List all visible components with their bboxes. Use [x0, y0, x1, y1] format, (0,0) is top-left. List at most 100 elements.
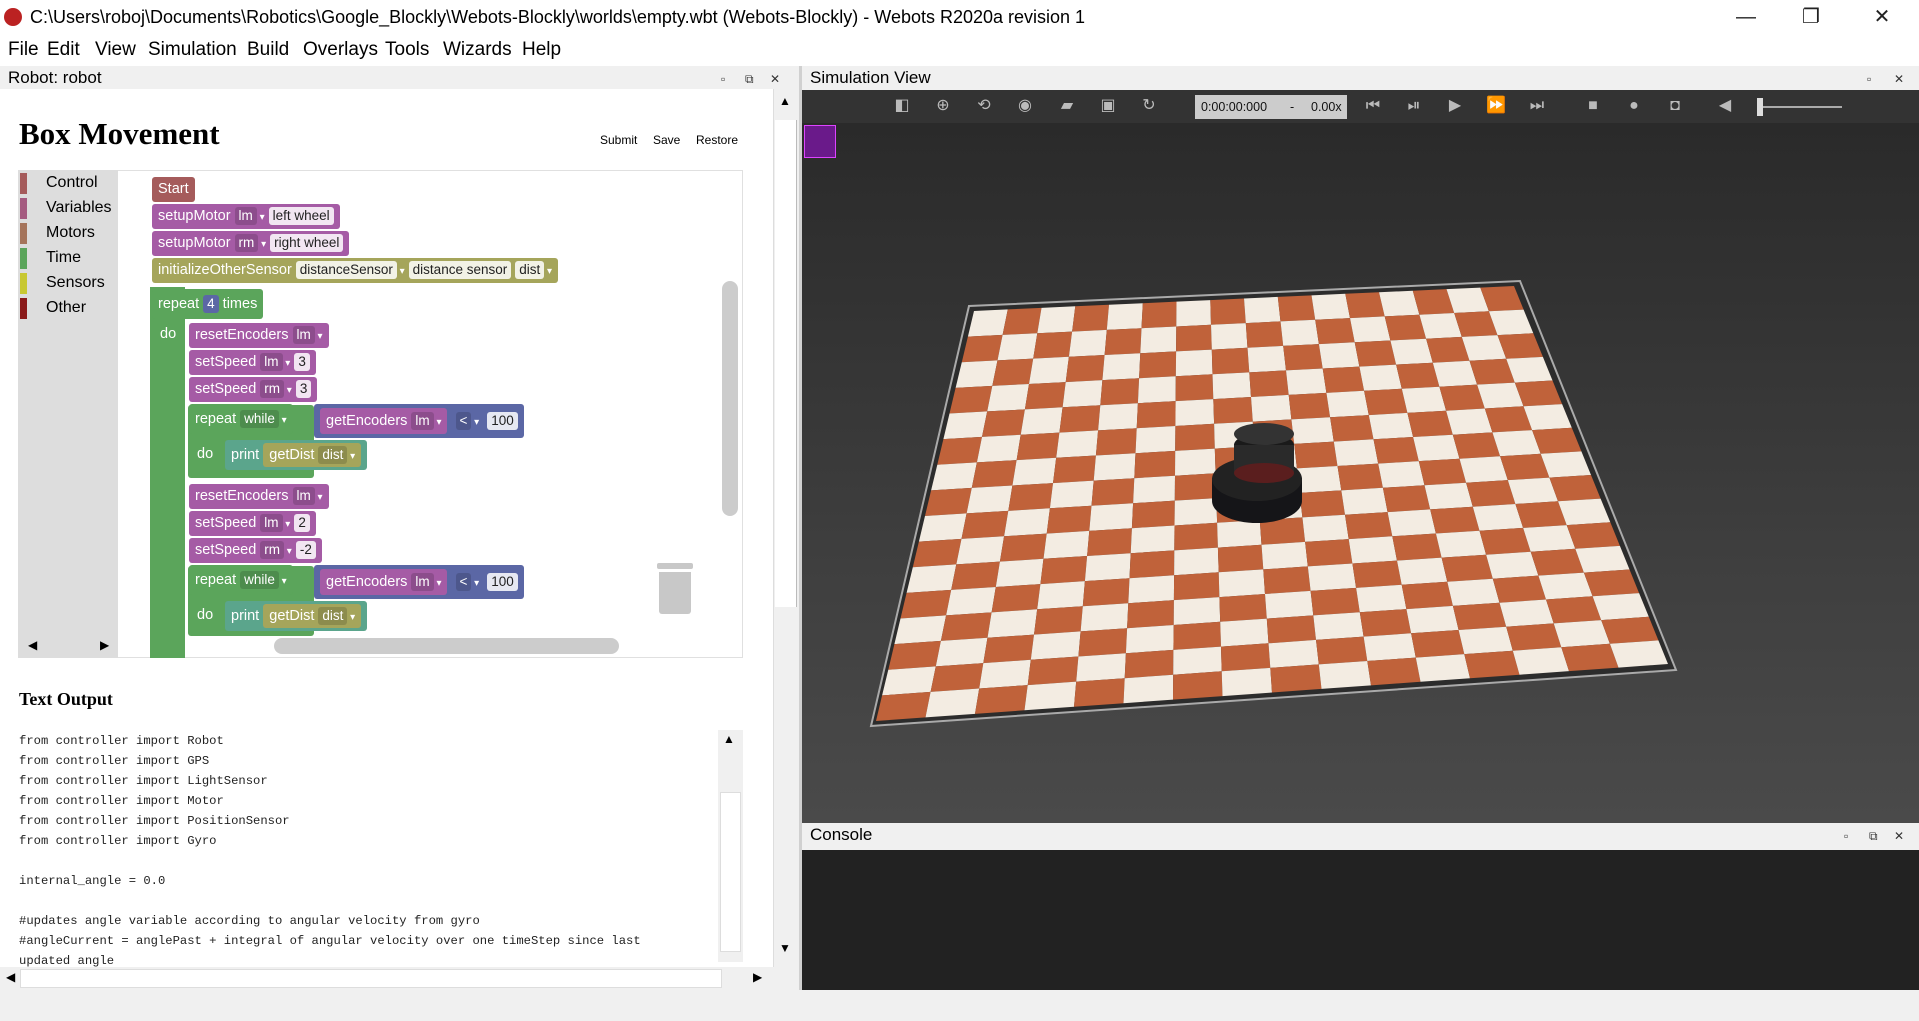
scroll-up-icon[interactable]: ▲: [779, 94, 791, 108]
floor-tile: [1348, 536, 1397, 564]
scroll-down-icon[interactable]: ▼: [779, 941, 791, 955]
sim-maximize-icon[interactable]: ▫: [1867, 68, 1871, 91]
robot-window-vscroll-thumb[interactable]: [775, 120, 797, 607]
submit-button[interactable]: Submit: [600, 133, 637, 147]
initialize-sensor-block[interactable]: initializeOtherSensor distanceSensor ▾ dis…: [152, 258, 559, 283]
menu-help[interactable]: Help: [522, 39, 561, 61]
reset-encoders-block-2[interactable]: resetEncoders lm ▾: [189, 484, 329, 509]
robot-overlay-icon[interactable]: [804, 125, 836, 158]
floor-tile: [1174, 473, 1217, 501]
start-block[interactable]: Start: [152, 177, 195, 202]
menu-overlays[interactable]: Overlays: [303, 39, 378, 61]
add-node-icon[interactable]: ⊕: [933, 96, 953, 116]
panel-float-icon[interactable]: ⧉: [745, 68, 754, 91]
menu-edit[interactable]: Edit: [47, 39, 80, 61]
console-output[interactable]: [802, 850, 1919, 990]
reload-world-icon[interactable]: ↻: [1139, 96, 1159, 116]
repeat-while-block-1[interactable]: repeat while ▾: [189, 404, 293, 434]
repeat-times-block[interactable]: repeat 4 times: [152, 289, 264, 319]
volume-slider[interactable]: [1757, 98, 1842, 116]
toolbox-scroll-right-icon[interactable]: ▶: [100, 638, 109, 652]
compare-block-2[interactable]: getEncoders lm ▾ < ▾ 100: [314, 565, 524, 599]
close-button[interactable]: ✕: [1853, 0, 1911, 36]
toggle-scene-tree-icon[interactable]: ◧: [892, 96, 912, 116]
code-output[interactable]: from controller import Robot from contro…: [17, 730, 743, 967]
scroll-up-icon[interactable]: ▲: [723, 732, 735, 746]
toolbox-category-other[interactable]: Other: [18, 298, 118, 322]
menu-file[interactable]: File: [8, 39, 39, 61]
workspace-hscroll[interactable]: [274, 638, 619, 654]
menu-tools[interactable]: Tools: [385, 39, 429, 61]
reset-viewpoint-icon[interactable]: ⟲: [974, 96, 994, 116]
floor-tile: [1211, 347, 1250, 375]
set-speed-block-rm-1[interactable]: setSpeed rm ▾ 3: [189, 377, 318, 402]
compare-block-1[interactable]: getEncoders lm ▾ < ▾ 100: [314, 404, 524, 438]
floor-tile: [1072, 304, 1109, 332]
toolbox-category-variables[interactable]: Variables: [18, 198, 118, 222]
reset-encoders-block-1[interactable]: resetEncoders lm ▾: [189, 323, 329, 348]
restore-button[interactable]: ❐: [1782, 0, 1840, 36]
toolbox-scroll-left-icon[interactable]: ◀: [28, 638, 37, 652]
restore-button[interactable]: Restore: [696, 133, 738, 147]
play-icon[interactable]: ▶: [1445, 96, 1465, 116]
panel-maximize-icon[interactable]: ▫: [721, 68, 725, 91]
menu-view[interactable]: View: [95, 39, 136, 61]
get-encoders-block-1[interactable]: getEncoders lm ▾: [320, 408, 448, 434]
workspace-vscroll[interactable]: [722, 281, 738, 516]
view-icon[interactable]: ◉: [1015, 96, 1035, 116]
trash-can-icon[interactable]: [655, 563, 695, 615]
setup-motor-block-lm[interactable]: setupMotor lm ▾ left wheel: [152, 204, 340, 229]
print-block-1[interactable]: print getDist dist ▾: [225, 440, 368, 470]
screenshot-icon[interactable]: ◘: [1665, 96, 1685, 116]
floor-tile: [1173, 671, 1223, 700]
toolbox-category-sensors[interactable]: Sensors: [18, 273, 118, 297]
repeat-while-block-2[interactable]: repeat while ▾: [189, 565, 293, 595]
sound-icon[interactable]: ◀: [1715, 96, 1735, 116]
toolbox-category-time[interactable]: Time: [18, 248, 118, 272]
print-block-2[interactable]: print getDist dist ▾: [225, 601, 368, 631]
scroll-left-icon[interactable]: ◀: [6, 970, 15, 984]
menu-simulation[interactable]: Simulation: [148, 39, 237, 61]
save-button[interactable]: Save: [653, 133, 680, 147]
get-encoders-block-2[interactable]: getEncoders lm ▾: [320, 569, 448, 595]
minimize-button[interactable]: —: [1717, 0, 1775, 36]
floor-tile: [1373, 437, 1419, 464]
floor-tile: [1350, 316, 1391, 343]
menu-build[interactable]: Build: [247, 39, 289, 61]
blockly-toolbox: Control Variables Motors Time Sensors Ot…: [18, 170, 118, 658]
floor-tile: [943, 411, 988, 440]
floor-tile: [1359, 609, 1412, 637]
floor-tile: [1512, 647, 1569, 675]
scroll-right-icon[interactable]: ▶: [753, 970, 762, 984]
3d-scene[interactable]: [802, 123, 1919, 823]
toolbox-category-motors[interactable]: Motors: [18, 223, 118, 247]
floor-tile: [1506, 623, 1562, 651]
save-world-icon[interactable]: ▣: [1098, 96, 1118, 116]
setup-motor-block-rm[interactable]: setupMotor rm ▾ right wheel: [152, 231, 350, 256]
step-icon[interactable]: ⏯: [1404, 96, 1424, 116]
stop-icon[interactable]: ■: [1583, 96, 1603, 116]
menu-wizards[interactable]: Wizards: [443, 39, 512, 61]
console-header: Console ▫ ⧉ ✕: [802, 823, 1919, 850]
panel-close-icon[interactable]: ✕: [770, 68, 780, 91]
console-maximize-icon[interactable]: ▫: [1844, 825, 1848, 848]
floor-tile: [1217, 520, 1262, 548]
record-icon[interactable]: ●: [1624, 96, 1644, 116]
fastest-icon[interactable]: ⏭: [1527, 96, 1547, 116]
reset-simulation-icon[interactable]: ⏮: [1363, 96, 1383, 116]
floor-tile: [1316, 636, 1368, 665]
toolbox-category-control[interactable]: Control: [18, 173, 118, 197]
set-speed-block-rm-2[interactable]: setSpeed rm ▾ -2: [189, 538, 322, 563]
fast-forward-icon[interactable]: ⏩: [1486, 96, 1506, 116]
code-output-scrollbar[interactable]: ▲: [718, 730, 743, 962]
set-speed-block-lm-1[interactable]: setSpeed lm ▾ 3: [189, 350, 316, 375]
open-world-icon[interactable]: ▰: [1057, 96, 1077, 116]
console-close-icon[interactable]: ✕: [1894, 825, 1904, 848]
console-float-icon[interactable]: ⧉: [1869, 825, 1878, 848]
set-speed-block-lm-2[interactable]: setSpeed lm ▾ 2: [189, 511, 316, 536]
get-dist-block-2[interactable]: getDist dist ▾: [263, 604, 362, 628]
get-dist-block-1[interactable]: getDist dist ▾: [263, 443, 362, 467]
robot-window-hscroll[interactable]: ◀ ▶: [0, 967, 799, 990]
sim-close-icon[interactable]: ✕: [1894, 68, 1904, 91]
3d-viewport[interactable]: [802, 123, 1919, 823]
